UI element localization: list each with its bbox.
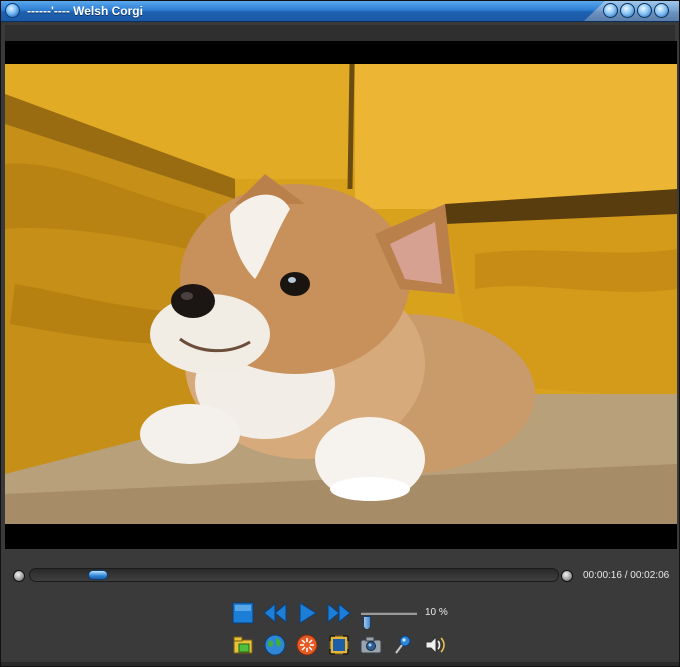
seek-back-icon[interactable] bbox=[13, 570, 25, 582]
corgi-puppy-picture bbox=[5, 64, 677, 524]
minimize-icon[interactable] bbox=[603, 3, 618, 18]
fast-forward-icon[interactable] bbox=[327, 601, 351, 625]
pin-icon[interactable] bbox=[391, 633, 415, 657]
player-window: ------'---- Welsh Corgi 00:00:16 / 00:02… bbox=[0, 0, 680, 667]
volume-slider[interactable] bbox=[361, 612, 417, 630]
rewind-icon[interactable] bbox=[263, 601, 287, 625]
menu-strip bbox=[5, 25, 675, 42]
seek-thumb[interactable] bbox=[88, 570, 108, 580]
play-icon[interactable] bbox=[295, 601, 319, 625]
volume-thumb[interactable] bbox=[363, 616, 371, 630]
open-file-icon[interactable] bbox=[231, 633, 255, 657]
snapshot-icon[interactable] bbox=[359, 633, 383, 657]
seek-bar[interactable] bbox=[29, 568, 559, 582]
stop-icon[interactable] bbox=[231, 601, 255, 625]
bundle-icon[interactable] bbox=[295, 633, 319, 657]
time-display: 00:00:16 / 00:02:06 bbox=[583, 570, 670, 581]
restore-icon[interactable] bbox=[620, 3, 635, 18]
title-bar[interactable]: ------'---- Welsh Corgi bbox=[1, 1, 679, 22]
volume-label: 10 % bbox=[425, 607, 448, 618]
app-logo-icon[interactable] bbox=[5, 3, 20, 18]
video-frame bbox=[5, 64, 677, 524]
sound-icon[interactable] bbox=[423, 633, 447, 657]
window-bottom-edge bbox=[1, 662, 679, 666]
seek-forward-icon[interactable] bbox=[561, 570, 573, 582]
seek-row: 00:00:16 / 00:02:06 bbox=[9, 567, 675, 585]
maximize-icon[interactable] bbox=[637, 3, 652, 18]
globe-icon[interactable] bbox=[263, 633, 287, 657]
close-icon[interactable] bbox=[654, 3, 669, 18]
window-controls bbox=[603, 3, 669, 18]
video-area[interactable] bbox=[5, 41, 677, 549]
window-title: ------'---- Welsh Corgi bbox=[27, 4, 143, 18]
fullscreen-icon[interactable] bbox=[327, 633, 351, 657]
